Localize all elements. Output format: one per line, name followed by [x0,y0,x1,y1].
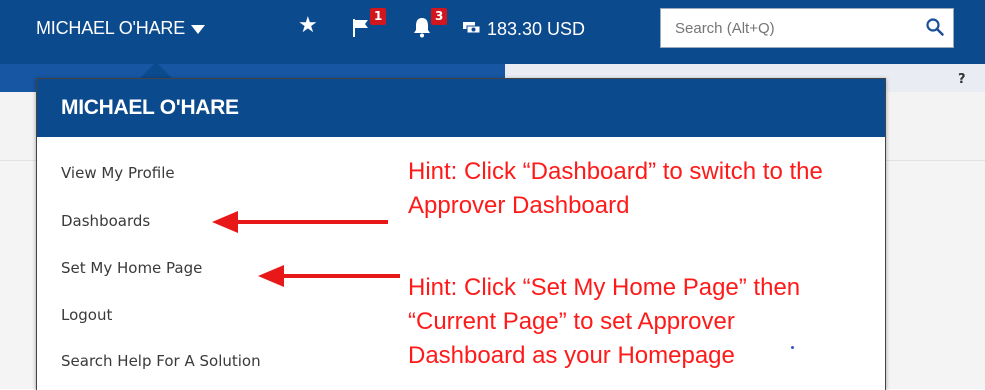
hint-arrow-dashboard [212,211,388,233]
search-input[interactable] [661,18,917,38]
flag-icon[interactable] [352,18,370,38]
account-balance[interactable]: 183.30 USD [487,19,585,40]
menu-item-view-my-profile[interactable]: View My Profile [61,164,175,182]
hint-arrow-home-page [258,265,400,287]
user-name: MICHAEL O'HARE [36,18,185,38]
hint-home-page-line-2: “Current Page” to set Approver [408,308,735,335]
global-search [660,8,954,48]
hint-dashboard-line-2: Approver Dashboard [408,192,630,219]
hint-home-page-line-3: Dashboard as your Homepage [408,342,735,369]
menu-item-set-my-home-page[interactable]: Set My Home Page [61,259,202,277]
help-link[interactable]: ? [958,72,966,87]
hint-dashboard: Hint: Click “Dashboard” to switch to the… [408,155,823,223]
caret-down-icon [191,25,205,34]
hint-home-page: Hint: Click “Set My Home Page” then “Cur… [408,271,800,373]
bell-icon[interactable] [412,16,432,38]
cursor-dot [791,346,794,349]
user-menu-toggle[interactable]: MICHAEL O'HARE [36,18,205,39]
star-icon[interactable]: ★ [298,15,318,37]
menu-item-dashboards[interactable]: Dashboards [61,212,150,230]
user-menu-title: MICHAEL O'HARE [37,79,885,137]
bell-count-badge: 3 [431,8,448,25]
flag-count-badge: 1 [370,8,387,25]
menu-item-search-help[interactable]: Search Help For A Solution [61,352,261,370]
hint-home-page-line-1: Hint: Click “Set My Home Page” then [408,274,801,301]
search-icon[interactable] [925,17,945,37]
dropdown-pointer [140,62,172,78]
money-icon[interactable] [462,18,482,38]
menu-item-logout[interactable]: Logout [61,306,112,324]
hint-dashboard-line-1: Hint: Click “Dashboard” to switch to the [408,158,823,185]
